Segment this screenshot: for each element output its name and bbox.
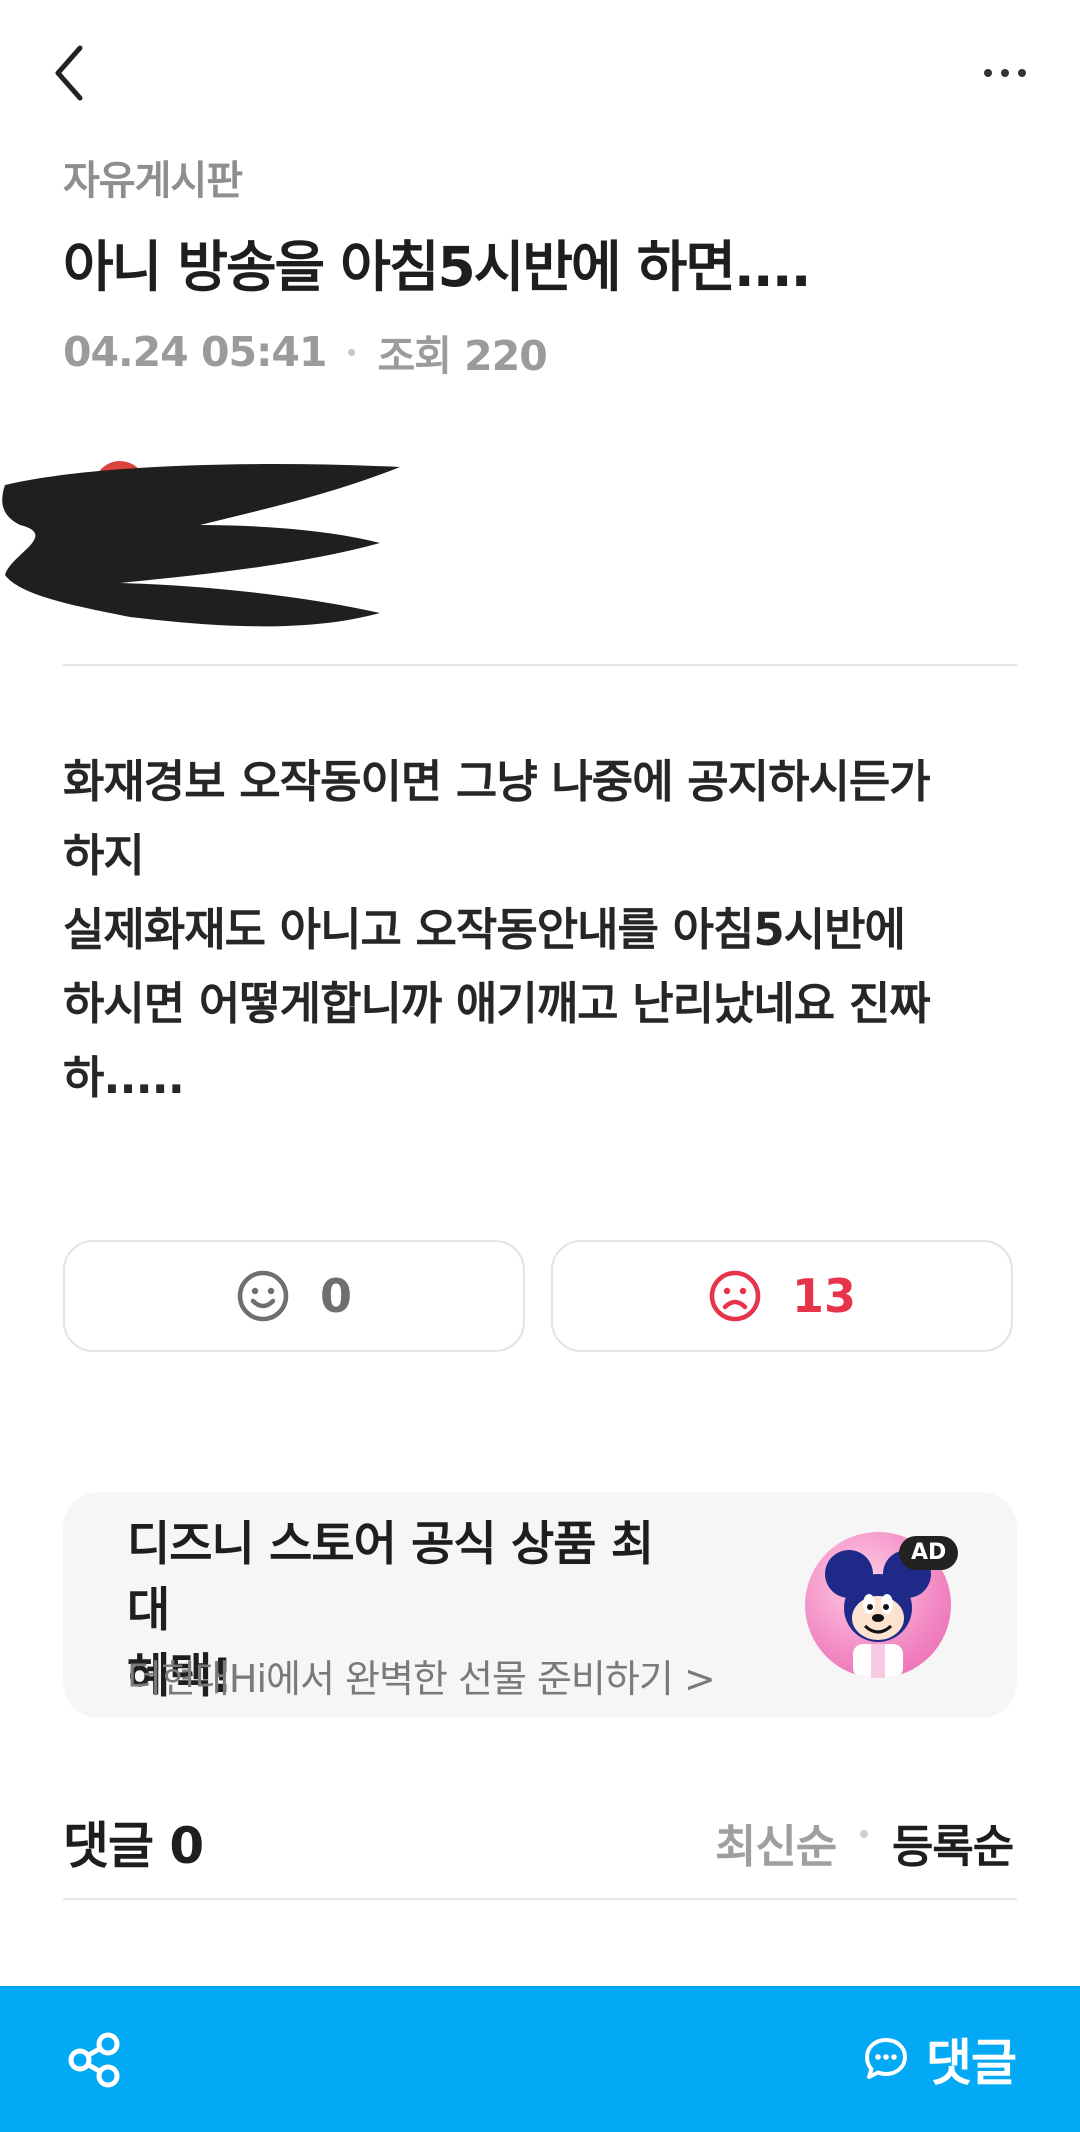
author-divider bbox=[63, 664, 1017, 666]
write-comment-button[interactable]: 댓글 bbox=[862, 2022, 1017, 2096]
post-meta: 04.24 05:41 조회 220 bbox=[63, 322, 548, 382]
redacted-author-info bbox=[0, 455, 420, 635]
dislike-button[interactable]: 13 bbox=[551, 1240, 1013, 1352]
post-title: 아니 방송을 아침5시반에 하면.... bbox=[63, 235, 811, 299]
sort-latest-option[interactable]: 최신순 bbox=[715, 1810, 837, 1875]
post-body-line: 화재경보 오작동이면 그냥 나중에 공지하시든가 bbox=[63, 755, 931, 808]
post-views: 조회 220 bbox=[377, 332, 547, 380]
post-body-line: 실제화재도 아니고 오작동안내를 아침5시반에 bbox=[63, 903, 906, 956]
more-options-button[interactable] bbox=[970, 50, 1040, 96]
frown-icon bbox=[709, 1270, 761, 1322]
ad-title-line: 디즈니 스토어 공식 상품 최대 bbox=[127, 1517, 654, 1638]
more-horizontal-icon bbox=[984, 69, 992, 77]
smile-icon bbox=[237, 1270, 289, 1322]
post-body-line: 하..... bbox=[63, 1051, 185, 1104]
sort-registered-option[interactable]: 등록순 bbox=[892, 1810, 1014, 1875]
post-body: 화재경보 오작동이면 그냥 나중에 공지하시든가 하지 실제화재도 아니고 오작… bbox=[63, 745, 1023, 1115]
meta-separator bbox=[348, 348, 356, 356]
chat-bubble-icon bbox=[865, 2038, 907, 2079]
post-body-line: 하시면 어떻게합니까 애기깨고 난리났네요 진짜 bbox=[63, 977, 931, 1030]
comments-count-title: 댓글 0 bbox=[63, 1817, 204, 1875]
ad-subtitle: 더현대Hi에서 완벽한 선물 준비하기 > bbox=[127, 1657, 716, 1701]
comments-divider bbox=[63, 1898, 1017, 1900]
post-date: 04.24 05:41 bbox=[63, 328, 327, 376]
post-body-line: 하지 bbox=[63, 829, 145, 882]
like-button[interactable]: 0 bbox=[63, 1240, 525, 1352]
chevron-left-icon bbox=[55, 45, 83, 101]
share-icon bbox=[68, 2032, 120, 2088]
dislike-count: 13 bbox=[791, 1269, 856, 1323]
board-category[interactable]: 자유게시판 bbox=[63, 148, 243, 206]
ad-badge: AD bbox=[899, 1536, 959, 1570]
share-button[interactable] bbox=[64, 2030, 124, 2090]
back-button[interactable] bbox=[40, 38, 100, 108]
bottom-action-bar: 댓글 bbox=[0, 1986, 1080, 2132]
comment-button-label: 댓글 bbox=[926, 2034, 1017, 2092]
like-count: 0 bbox=[319, 1269, 352, 1323]
sort-separator bbox=[860, 1830, 868, 1838]
ad-banner[interactable]: 디즈니 스토어 공식 상품 최대 혜택! 더현대Hi에서 완벽한 선물 준비하기… bbox=[63, 1492, 1017, 1718]
